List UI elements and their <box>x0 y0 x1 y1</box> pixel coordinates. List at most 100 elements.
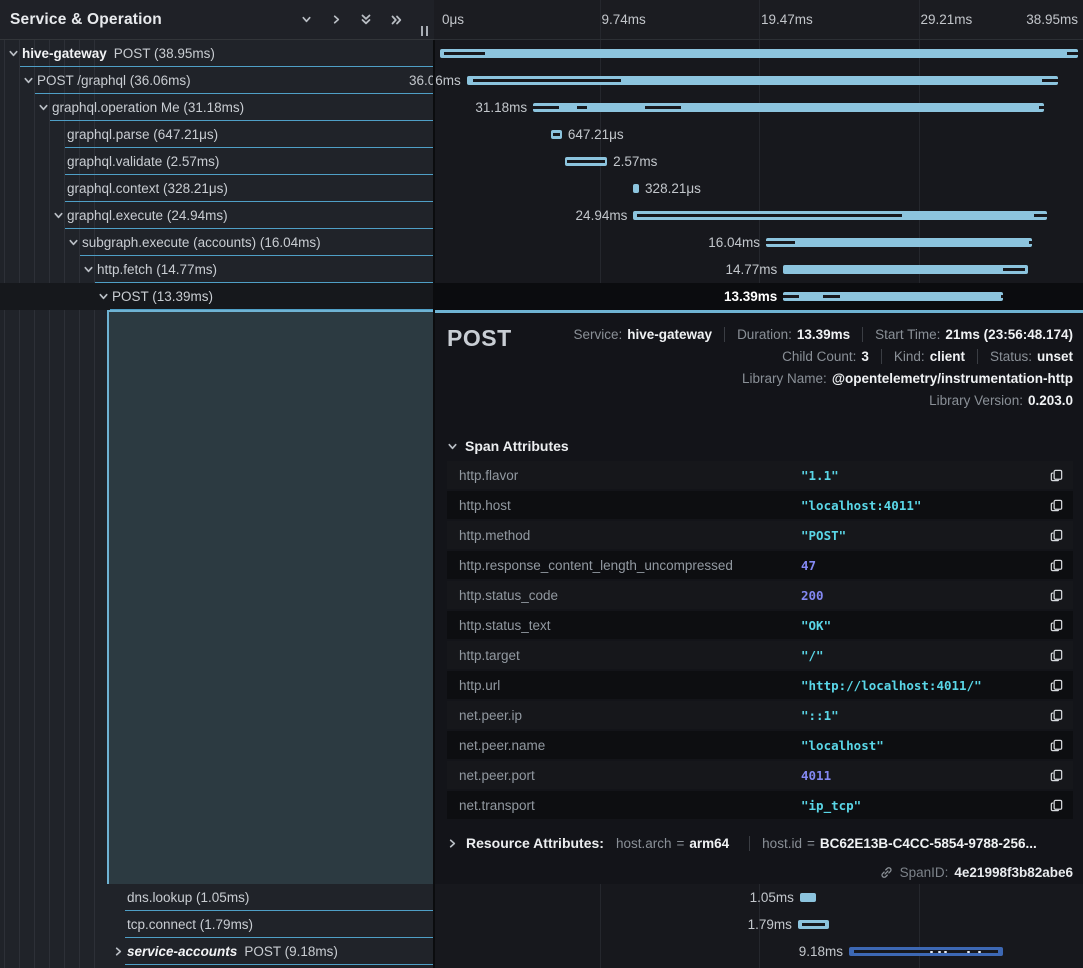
collapse-all-button[interactable] <box>356 10 376 30</box>
span-timeline-cell[interactable]: 647.21μs <box>434 121 1083 148</box>
span-name-cell[interactable]: tcp.connect (1.79ms) <box>0 911 434 938</box>
span-name-cell[interactable]: subgraph.execute (accounts) (16.04ms) <box>0 229 434 256</box>
overview-value: 0.203.0 <box>1028 393 1073 408</box>
span-name-cell[interactable]: POST /graphql (36.06ms) <box>0 67 434 94</box>
collapse-children-button[interactable] <box>296 10 316 30</box>
span-timeline-cell[interactable]: 1.79ms <box>434 911 1083 938</box>
overview-value: 3 <box>861 349 869 364</box>
span-bar[interactable] <box>551 130 562 139</box>
bar-duration-label: 16.04ms <box>708 229 766 256</box>
attribute-key: http.status_code <box>447 588 801 603</box>
span-timeline-cell[interactable]: 1.05ms <box>434 884 1083 911</box>
link-icon[interactable] <box>879 865 894 880</box>
span-bar[interactable] <box>800 893 817 902</box>
copy-button[interactable] <box>1039 768 1073 783</box>
service-name: hive-gateway <box>22 46 107 61</box>
span-overview-line: Child Count:3Kind:clientStatus:unset <box>573 345 1073 367</box>
tree-row[interactable]: POST (13.39ms)13.39ms <box>0 283 1083 310</box>
span-name-cell[interactable]: hive-gatewayPOST (38.95ms) <box>0 40 434 67</box>
bar-duration-label: 1.05ms <box>750 884 800 911</box>
span-attributes-toggle[interactable]: Span Attributes <box>447 438 569 454</box>
span-bar[interactable] <box>783 292 1003 301</box>
timeline-header: 0μs9.74ms19.47ms29.21ms38.95ms <box>434 0 1083 40</box>
span-timeline-cell[interactable]: 31.18ms <box>434 94 1083 121</box>
span-bar[interactable] <box>440 49 1078 58</box>
span-bar[interactable] <box>467 76 1058 85</box>
copy-button[interactable] <box>1039 588 1073 603</box>
span-label: service-accountsPOST (9.18ms) <box>0 938 432 965</box>
span-name-cell[interactable]: dns.lookup (1.05ms) <box>0 884 434 911</box>
span-overview-item: Start Time:21ms (23:56:48.174) <box>862 327 1073 342</box>
copy-icon <box>1049 648 1064 663</box>
copy-button[interactable] <box>1039 678 1073 693</box>
span-overview-item: Duration:13.39ms <box>724 327 850 342</box>
copy-button[interactable] <box>1039 528 1073 543</box>
bar-self-time-stripe <box>1001 295 1003 298</box>
span-overview-item: Child Count:3 <box>782 349 869 364</box>
chevron-down-icon <box>301 14 312 25</box>
expand-children-button[interactable] <box>326 10 346 30</box>
copy-button[interactable] <box>1039 558 1073 573</box>
span-bar[interactable] <box>783 265 1027 274</box>
copy-button[interactable] <box>1039 618 1073 633</box>
tree-row[interactable]: tcp.connect (1.79ms)1.79ms <box>0 911 1083 938</box>
panel-divider[interactable] <box>433 0 435 968</box>
overview-value: @opentelemetry/instrumentation-http <box>832 371 1073 386</box>
copy-button[interactable] <box>1039 798 1073 813</box>
attribute-value: "/" <box>801 648 1039 663</box>
copy-button[interactable] <box>1039 498 1073 513</box>
span-timeline-cell[interactable]: 2.57ms <box>434 148 1083 175</box>
overview-label: Kind: <box>894 349 925 364</box>
span-timeline-cell[interactable]: 36.06ms <box>434 67 1083 94</box>
trace-viewer: hive-gatewayPOST (38.95ms)POST /graphql … <box>0 0 1083 968</box>
copy-button[interactable] <box>1039 468 1073 483</box>
copy-button[interactable] <box>1039 708 1073 723</box>
expand-all-button[interactable] <box>386 10 406 30</box>
span-bar[interactable] <box>565 157 607 166</box>
tree-row[interactable]: graphql.parse (647.21μs)647.21μs <box>0 121 1083 148</box>
copy-button[interactable] <box>1039 738 1073 753</box>
span-name-cell[interactable]: graphql.validate (2.57ms) <box>0 148 434 175</box>
span-name-cell[interactable]: POST (13.39ms) <box>0 283 434 310</box>
span-timeline-cell[interactable] <box>434 40 1083 67</box>
tree-row[interactable]: graphql.operation Me (31.18ms)31.18ms <box>0 94 1083 121</box>
span-bar[interactable] <box>849 947 1003 956</box>
span-timeline-cell[interactable]: 328.21μs <box>434 175 1083 202</box>
span-timeline-cell[interactable]: 14.77ms <box>434 256 1083 283</box>
span-bar[interactable] <box>766 238 1032 247</box>
copy-button[interactable] <box>1039 648 1073 663</box>
bar-self-time-stripe <box>444 52 485 55</box>
span-name-cell[interactable]: graphql.context (328.21μs) <box>0 175 434 202</box>
span-timeline-cell[interactable]: 24.94ms <box>434 202 1083 229</box>
tree-row[interactable]: POST /graphql (36.06ms)36.06ms <box>0 67 1083 94</box>
span-timeline-cell[interactable]: 13.39ms <box>434 283 1083 310</box>
tree-row[interactable]: http.fetch (14.77ms)14.77ms <box>0 256 1083 283</box>
tree-row[interactable]: graphql.context (328.21μs)328.21μs <box>0 175 1083 202</box>
tree-row[interactable]: graphql.execute (24.94ms)24.94ms <box>0 202 1083 229</box>
span-name-cell[interactable]: graphql.parse (647.21μs) <box>0 121 434 148</box>
bar-self-time-stripe <box>473 79 621 82</box>
tree-row[interactable]: graphql.validate (2.57ms)2.57ms <box>0 148 1083 175</box>
span-bar[interactable] <box>798 920 829 929</box>
span-overview-item: Kind:client <box>881 349 965 364</box>
span-bar[interactable] <box>633 211 1047 220</box>
equals-sign: = <box>676 836 684 851</box>
bar-self-time-stripe <box>823 295 841 298</box>
span-timeline-cell[interactable]: 9.18ms <box>434 938 1083 965</box>
tree-row[interactable]: subgraph.execute (accounts) (16.04ms) 16.… <box>0 229 1083 256</box>
tree-controls <box>296 10 406 30</box>
span-name-cell[interactable]: service-accountsPOST (9.18ms) <box>0 938 434 965</box>
span-bar[interactable] <box>533 103 1043 112</box>
tree-row[interactable]: service-accountsPOST (9.18ms)9.18ms <box>0 938 1083 965</box>
column-resizer-grip[interactable] <box>421 26 428 36</box>
tree-row[interactable]: hive-gatewayPOST (38.95ms) <box>0 40 1083 67</box>
attribute-row: http.flavor"1.1" <box>447 461 1073 489</box>
resource-attributes-row[interactable]: Resource Attributes: host.arch=arm64host… <box>447 835 1073 851</box>
attribute-value: "::1" <box>801 708 1039 723</box>
span-name-cell[interactable]: graphql.execute (24.94ms) <box>0 202 434 229</box>
span-timeline-cell[interactable]: 16.04ms <box>434 229 1083 256</box>
span-name-cell[interactable]: graphql.operation Me (31.18ms) <box>0 94 434 121</box>
span-name-cell[interactable]: http.fetch (14.77ms) <box>0 256 434 283</box>
attribute-row: http.host"localhost:4011" <box>447 491 1073 519</box>
tree-row[interactable]: dns.lookup (1.05ms) 1.05ms <box>0 884 1083 911</box>
